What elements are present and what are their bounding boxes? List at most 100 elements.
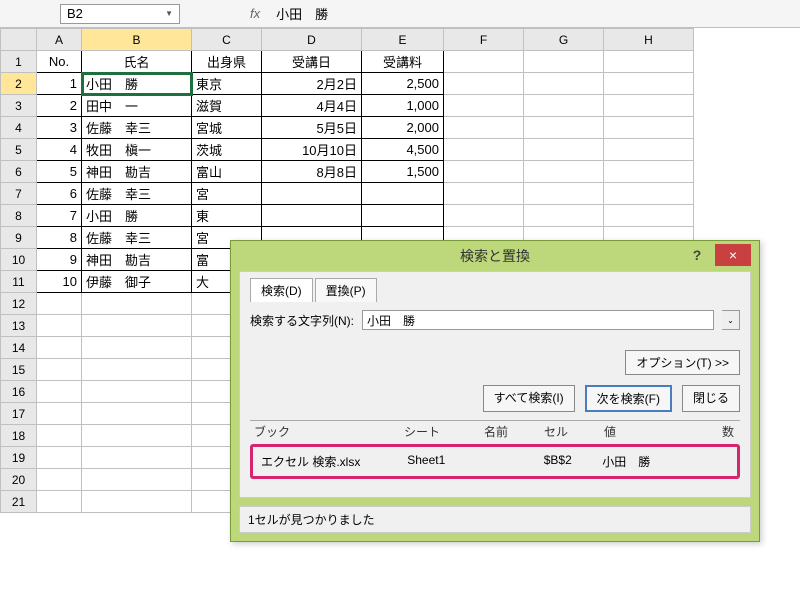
cell-B17[interactable] (82, 403, 192, 425)
cell-C4[interactable]: 宮城 (192, 117, 262, 139)
col-header-G[interactable]: G (524, 29, 604, 51)
cell-G3[interactable] (524, 95, 604, 117)
cell-E1[interactable]: 受講料 (362, 51, 444, 73)
close-dialog-button[interactable]: 閉じる (682, 385, 740, 412)
col-header-C[interactable]: C (192, 29, 262, 51)
cell-F2[interactable] (444, 73, 524, 95)
find-all-button[interactable]: すべて検索(I) (483, 385, 575, 412)
cell-B21[interactable] (82, 491, 192, 513)
help-button[interactable]: ? (683, 244, 711, 266)
cell-G4[interactable] (524, 117, 604, 139)
row-header-10[interactable]: 10 (1, 249, 37, 271)
cell-G7[interactable] (524, 183, 604, 205)
col-header-E[interactable]: E (362, 29, 444, 51)
cell-B8[interactable]: 小田 勝 (82, 205, 192, 227)
select-all-corner[interactable] (1, 29, 37, 51)
cell-A2[interactable]: 1 (37, 73, 82, 95)
cell-D5[interactable]: 10月10日 (262, 139, 362, 161)
cell-G5[interactable] (524, 139, 604, 161)
cell-E5[interactable]: 4,500 (362, 139, 444, 161)
cell-B3[interactable]: 田中 一 (82, 95, 192, 117)
cell-B19[interactable] (82, 447, 192, 469)
row-header-6[interactable]: 6 (1, 161, 37, 183)
cell-E2[interactable]: 2,500 (362, 73, 444, 95)
cell-B15[interactable] (82, 359, 192, 381)
cell-A17[interactable] (37, 403, 82, 425)
tab-find[interactable]: 検索(D) (250, 278, 313, 302)
cell-E6[interactable]: 1,500 (362, 161, 444, 183)
cell-A5[interactable]: 4 (37, 139, 82, 161)
cell-A21[interactable] (37, 491, 82, 513)
cell-F4[interactable] (444, 117, 524, 139)
cell-B9[interactable]: 佐藤 幸三 (82, 227, 192, 249)
find-input[interactable] (362, 310, 714, 330)
cell-H4[interactable] (604, 117, 694, 139)
cell-A12[interactable] (37, 293, 82, 315)
row-header-15[interactable]: 15 (1, 359, 37, 381)
cell-A20[interactable] (37, 469, 82, 491)
row-header-19[interactable]: 19 (1, 447, 37, 469)
cell-B20[interactable] (82, 469, 192, 491)
cell-G2[interactable] (524, 73, 604, 95)
row-header-16[interactable]: 16 (1, 381, 37, 403)
find-dropdown-icon[interactable]: ⌄ (722, 310, 740, 330)
tab-replace[interactable]: 置換(P) (315, 278, 377, 302)
cell-A18[interactable] (37, 425, 82, 447)
col-header-F[interactable]: F (444, 29, 524, 51)
cell-B2[interactable]: 小田 勝 (82, 73, 192, 95)
cell-A11[interactable]: 10 (37, 271, 82, 293)
cell-C7[interactable]: 宮 (192, 183, 262, 205)
close-button[interactable]: × (715, 244, 751, 266)
cell-G6[interactable] (524, 161, 604, 183)
cell-B12[interactable] (82, 293, 192, 315)
cell-A6[interactable]: 5 (37, 161, 82, 183)
cell-B10[interactable]: 神田 勘吉 (82, 249, 192, 271)
cell-B5[interactable]: 牧田 槇一 (82, 139, 192, 161)
col-header-B[interactable]: B (82, 29, 192, 51)
cell-A13[interactable] (37, 315, 82, 337)
cell-C2[interactable]: 東京 (192, 73, 262, 95)
row-header-3[interactable]: 3 (1, 95, 37, 117)
name-box[interactable]: B2 ▼ (60, 4, 180, 24)
row-header-17[interactable]: 17 (1, 403, 37, 425)
dialog-titlebar[interactable]: 検索と置換 ? × (231, 241, 759, 271)
cell-A14[interactable] (37, 337, 82, 359)
cell-F8[interactable] (444, 205, 524, 227)
cell-C1[interactable]: 出身県 (192, 51, 262, 73)
chevron-down-icon[interactable]: ▼ (165, 9, 173, 18)
cell-F5[interactable] (444, 139, 524, 161)
col-header-A[interactable]: A (37, 29, 82, 51)
cell-D8[interactable] (262, 205, 362, 227)
fx-icon[interactable]: fx (250, 6, 260, 21)
cell-D4[interactable]: 5月5日 (262, 117, 362, 139)
row-header-2[interactable]: 2 (1, 73, 37, 95)
cell-H7[interactable] (604, 183, 694, 205)
cell-B6[interactable]: 神田 勘吉 (82, 161, 192, 183)
cell-C3[interactable]: 滋賀 (192, 95, 262, 117)
row-header-5[interactable]: 5 (1, 139, 37, 161)
cell-H2[interactable] (604, 73, 694, 95)
cell-A10[interactable]: 9 (37, 249, 82, 271)
cell-H3[interactable] (604, 95, 694, 117)
cell-B7[interactable]: 佐藤 幸三 (82, 183, 192, 205)
row-header-8[interactable]: 8 (1, 205, 37, 227)
cell-C5[interactable]: 茨城 (192, 139, 262, 161)
cell-E8[interactable] (362, 205, 444, 227)
cell-F6[interactable] (444, 161, 524, 183)
cell-B18[interactable] (82, 425, 192, 447)
cell-B4[interactable]: 佐藤 幸三 (82, 117, 192, 139)
row-header-20[interactable]: 20 (1, 469, 37, 491)
cell-H8[interactable] (604, 205, 694, 227)
row-header-11[interactable]: 11 (1, 271, 37, 293)
options-button[interactable]: オプション(T) >> (625, 350, 740, 375)
cell-C8[interactable]: 東 (192, 205, 262, 227)
cell-A4[interactable]: 3 (37, 117, 82, 139)
cell-D3[interactable]: 4月4日 (262, 95, 362, 117)
cell-F7[interactable] (444, 183, 524, 205)
cell-G1[interactable] (524, 51, 604, 73)
cell-C6[interactable]: 富山 (192, 161, 262, 183)
col-header-D[interactable]: D (262, 29, 362, 51)
cell-A1[interactable]: No. (37, 51, 82, 73)
row-header-18[interactable]: 18 (1, 425, 37, 447)
row-header-7[interactable]: 7 (1, 183, 37, 205)
